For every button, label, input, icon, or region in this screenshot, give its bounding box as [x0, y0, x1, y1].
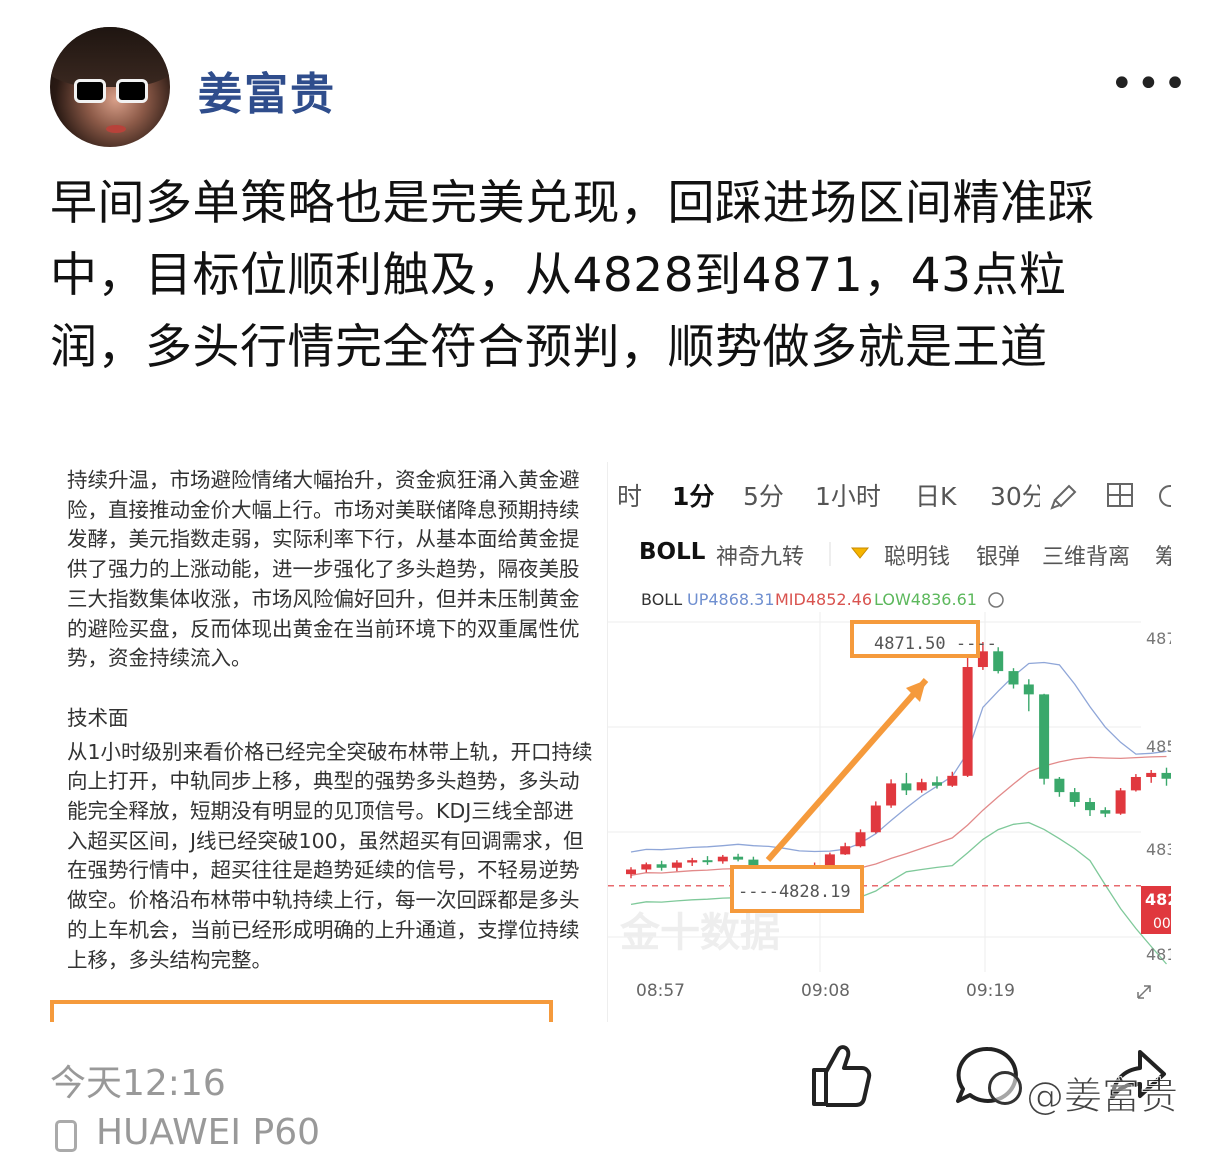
- trend-arrow: [765, 678, 929, 862]
- expand-icon[interactable]: [1137, 985, 1151, 999]
- candle-body: [1130, 776, 1141, 791]
- candle-body: [932, 782, 942, 786]
- watermark-text: 金十数据: [619, 910, 780, 956]
- like-icon[interactable]: [808, 1042, 874, 1108]
- candle-body: [687, 860, 698, 863]
- grid-icon[interactable]: [1107, 483, 1133, 507]
- candle-body: [656, 864, 667, 868]
- x-axis-label: 09:19: [966, 981, 1015, 1001]
- candle-body: [916, 782, 927, 791]
- candle-body: [717, 856, 728, 862]
- settings-icon[interactable]: [1159, 485, 1171, 507]
- candle-body: [1054, 778, 1065, 793]
- watermark-text: @姜富贵: [1025, 1074, 1179, 1119]
- post-image-analysis[interactable]: 持续升温，市场避险情绪大幅抬升，资金疯狂涌入黄金避险，直接推动金价大幅上行。市场…: [50, 462, 605, 1022]
- current-price-tag-bottom: 00: [1153, 916, 1171, 932]
- current-price-tag-top: 482: [1145, 890, 1171, 909]
- candle-body: [901, 783, 912, 791]
- diamond-icon: [850, 547, 870, 559]
- y-axis-label: 487: [1146, 629, 1171, 648]
- candle-body: [1039, 694, 1050, 779]
- post-image-chart[interactable]: 时 1分 5分 1小时 日K 30分 BOLL 神奇九转 聪明钱 银弹 三维背离…: [607, 462, 1171, 1022]
- high-price-label: 4871.50 ----: [874, 634, 997, 654]
- y-axis-label: 485: [1146, 737, 1171, 756]
- device-name: HUAWEI P60: [96, 1112, 320, 1153]
- candle-body: [962, 667, 973, 776]
- candle-body: [626, 869, 636, 875]
- candle-body: [1100, 810, 1111, 814]
- candle-body: [1085, 802, 1095, 811]
- weibo-logo-icon: [988, 1071, 1022, 1105]
- low-price-label: ----4828.19: [738, 882, 851, 902]
- candle-body: [886, 783, 897, 806]
- candlestick-chart[interactable]: 金十数据 4871.50 ---- ----4828.19 487 485 483 481…: [608, 462, 1171, 1022]
- y-axis-label: 483: [1146, 840, 1171, 859]
- candle-body: [1023, 684, 1034, 695]
- analysis-heading: 技术面: [67, 705, 129, 730]
- candle-body: [824, 854, 835, 866]
- candle-body: [1161, 772, 1171, 779]
- highlight-box: [50, 1000, 553, 1022]
- y-axis-label: 481: [1146, 945, 1171, 964]
- candle-body: [641, 864, 652, 870]
- phone-icon: [55, 1120, 77, 1152]
- pen-icon[interactable]: [1050, 484, 1077, 510]
- candle-body: [840, 846, 851, 855]
- candle-body: [1146, 772, 1157, 777]
- author-name[interactable]: 姜富贵: [198, 58, 336, 122]
- eye-icon[interactable]: [988, 592, 1004, 608]
- analysis-paragraph-2: 从1小时级别来看价格已经完全突破布林带上轨，开口持续向上打开，中轨同步上移，典型…: [67, 739, 593, 972]
- candle-body: [947, 775, 958, 786]
- post-text: 早间多单策略也是完美兑现，回踩进场区间精准踩中，目标位顺利触及，从4828到48…: [50, 176, 1095, 375]
- candle-body: [733, 856, 744, 860]
- candle-body: [870, 805, 881, 833]
- candle-body: [702, 860, 713, 863]
- analysis-paragraph-1: 持续升温，市场避险情绪大幅抬升，资金疯狂涌入黄金避险，直接推动金价大幅上行。市场…: [67, 468, 580, 671]
- candle-body: [1008, 671, 1019, 685]
- candle-body: [1069, 792, 1080, 803]
- candle-body: [993, 651, 1004, 672]
- candle-body: [671, 862, 682, 868]
- candle-body: [855, 832, 866, 847]
- x-axis-label: 09:08: [801, 981, 850, 1001]
- more-options-icon[interactable]: •••: [1110, 64, 1187, 104]
- x-axis-label: 08:57: [636, 981, 685, 1001]
- avatar[interactable]: [50, 27, 170, 147]
- post-time: 今天12:16: [50, 1063, 226, 1104]
- candle-body: [1115, 790, 1126, 814]
